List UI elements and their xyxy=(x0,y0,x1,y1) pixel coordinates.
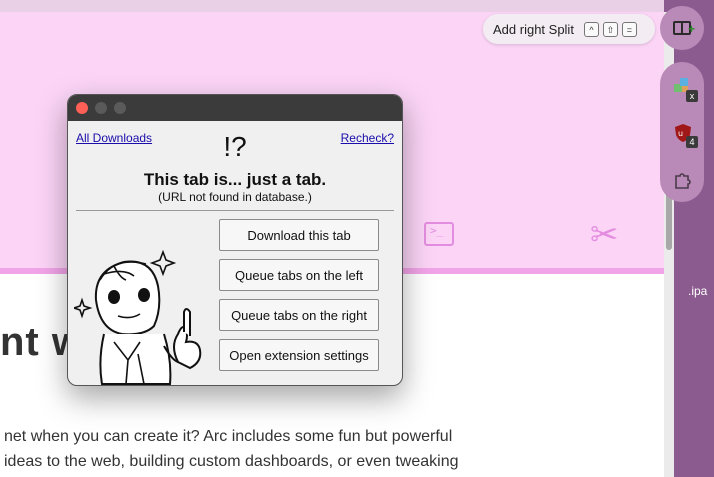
puzzle-color-icon[interactable]: x xyxy=(672,76,698,102)
extension-badge: 4 xyxy=(686,136,698,148)
extension-popup: All Downloads Recheck? !? This tab is...… xyxy=(67,94,403,386)
page-body-line-1: net when you can create it? Arc includes… xyxy=(4,428,453,445)
control-key: ^ xyxy=(583,21,599,37)
page-top-strip xyxy=(0,0,664,12)
add-split-tooltip: Add right Split ^ ⇧ = xyxy=(483,14,655,44)
minimize-window-button[interactable] xyxy=(95,102,107,114)
tooltip-label: Add right Split xyxy=(493,21,574,37)
maximize-window-button[interactable] xyxy=(114,102,126,114)
status-symbol: !? xyxy=(223,131,247,162)
extension-badge: x xyxy=(686,90,698,102)
ublock-icon[interactable]: u 4 xyxy=(672,122,698,148)
extension-settings-button[interactable]: Open extension settings xyxy=(219,339,379,371)
equals-key: = xyxy=(621,21,637,37)
queue-right-button[interactable]: Queue tabs on the right xyxy=(219,299,379,331)
page-body-line-2: ideas to the web, building custom dashbo… xyxy=(4,453,459,470)
popup-titlebar[interactable] xyxy=(68,95,402,121)
download-tab-button[interactable]: Download this tab xyxy=(219,219,379,251)
popup-title: This tab is... just a tab. xyxy=(143,170,327,189)
popup-subtitle: (URL not found in database.) xyxy=(158,190,312,204)
mascot-illustration xyxy=(74,250,202,385)
split-view-icon: + xyxy=(673,21,695,35)
queue-left-button[interactable]: Queue tabs on the left xyxy=(219,259,379,291)
side-label: .ipa xyxy=(688,284,708,298)
terminal-icon: >_ xyxy=(424,222,454,246)
scissors-icon: ✂ xyxy=(590,216,619,254)
svg-text:u: u xyxy=(678,129,683,138)
divider xyxy=(76,210,394,211)
close-window-button[interactable] xyxy=(76,102,88,114)
extensions-puzzle-icon[interactable] xyxy=(672,168,694,190)
add-split-button[interactable]: + xyxy=(660,6,704,50)
shift-key: ⇧ xyxy=(602,21,618,37)
extensions-panel: x u 4 xyxy=(660,62,704,202)
